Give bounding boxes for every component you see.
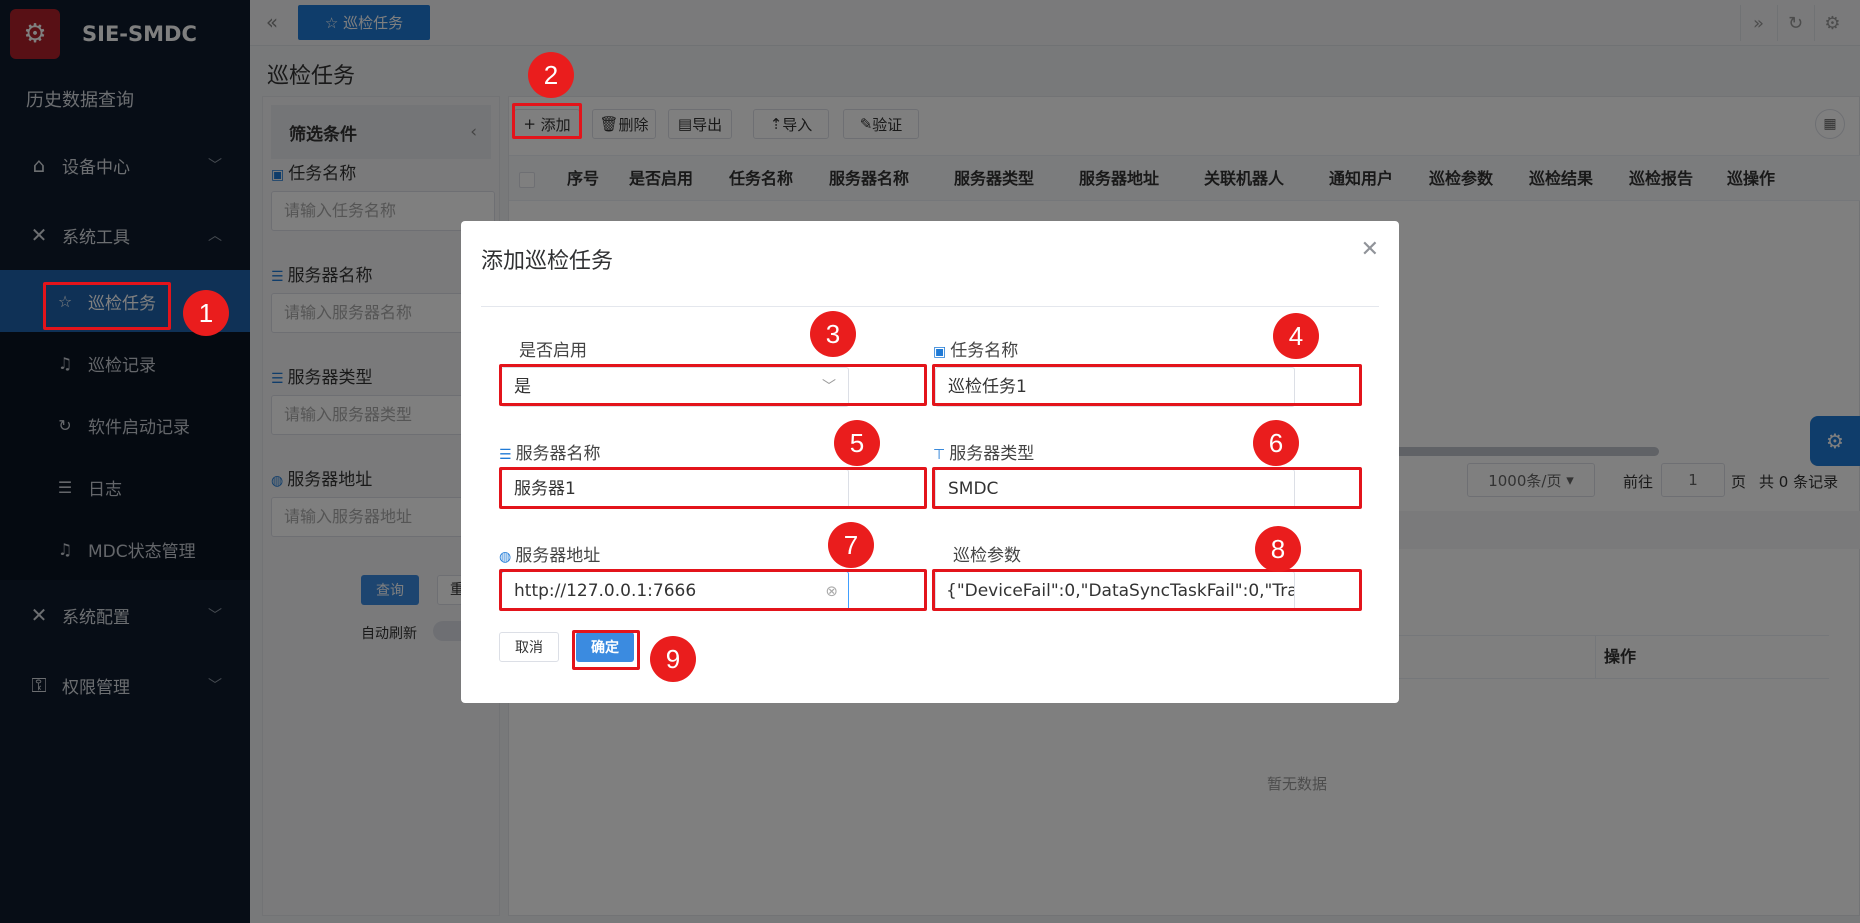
highlight-box [512, 103, 582, 139]
label-server-type: ⊤ 服务器类型 [933, 439, 1034, 464]
label-server-address: ◍ 服务器地址 [499, 541, 600, 566]
highlight-box [932, 364, 1362, 406]
highlight-box [43, 282, 171, 330]
label-text: 服务器地址 [515, 546, 601, 566]
cancel-button[interactable]: 取消 [499, 632, 559, 662]
highlight-box [499, 364, 927, 406]
step-badge: 5 [834, 420, 880, 466]
step-badge: 2 [528, 52, 574, 98]
label-text: 任务名称 [950, 341, 1019, 361]
highlight-box [932, 569, 1362, 611]
server-type-icon: ⊤ [933, 447, 946, 463]
list-icon: ☰ [499, 447, 512, 463]
highlight-box [499, 569, 927, 611]
dialog-title: 添加巡检任务 [481, 249, 614, 274]
step-badge: 3 [810, 311, 856, 357]
label-params: 巡检参数 [953, 546, 1021, 566]
step-badge: 6 [1253, 420, 1299, 466]
step-badge: 4 [1273, 313, 1319, 359]
step-badge: 1 [183, 290, 229, 336]
label-text: 服务器类型 [949, 444, 1035, 464]
step-badge: 8 [1255, 526, 1301, 572]
label-server-name: ☰ 服务器名称 [499, 439, 601, 464]
label-enabled: 是否启用 [519, 341, 587, 361]
highlight-box [572, 630, 640, 670]
highlight-box [932, 467, 1362, 509]
globe-icon: ◍ [499, 549, 512, 565]
close-icon[interactable]: ✕ [1361, 237, 1379, 262]
dialog-divider [481, 306, 1379, 307]
label-text: 服务器名称 [515, 444, 601, 464]
highlight-box [499, 467, 927, 509]
calendar-icon: ▣ [933, 344, 947, 360]
label-task-name: ▣ 任务名称 [933, 336, 1018, 361]
step-badge: 7 [828, 522, 874, 568]
step-badge: 9 [650, 636, 696, 682]
